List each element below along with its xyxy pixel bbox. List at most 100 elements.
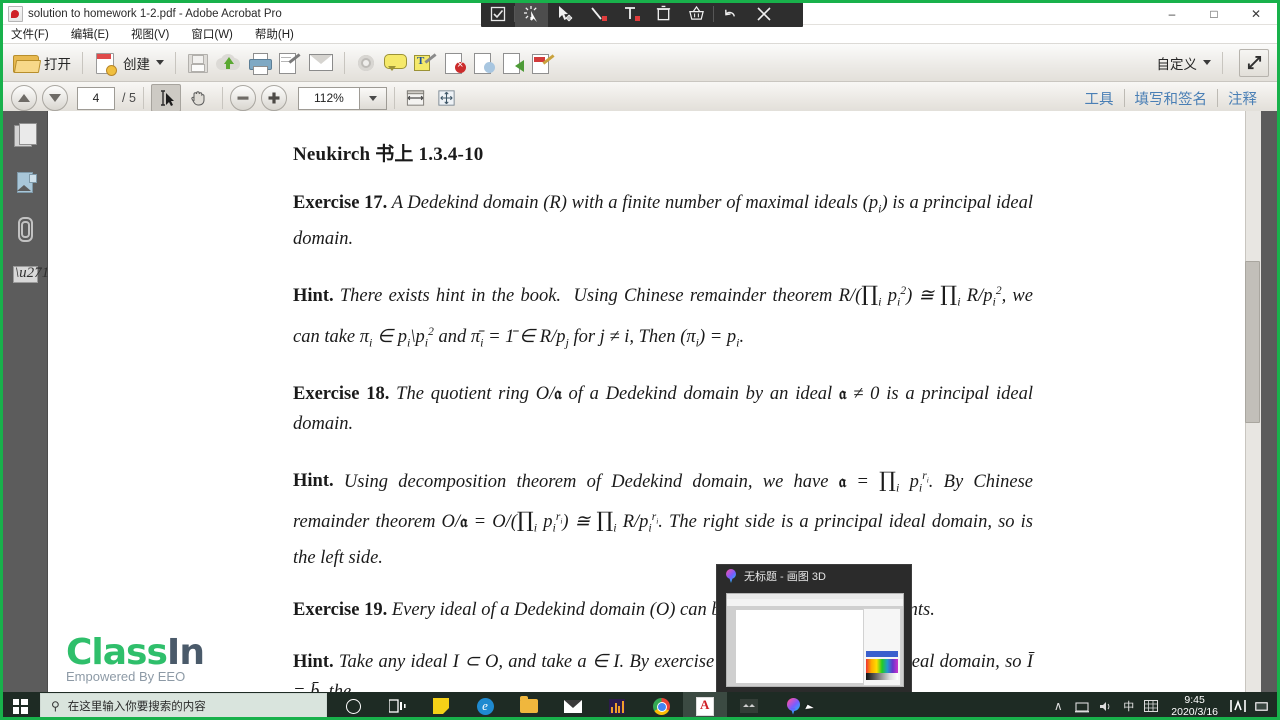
- search-icon: ⚲: [51, 699, 60, 713]
- notification-icon[interactable]: [1254, 698, 1270, 714]
- sticky-notes-icon[interactable]: [419, 692, 463, 720]
- zoom-in-button[interactable]: [260, 85, 287, 111]
- fullscreen-button[interactable]: [1239, 48, 1269, 77]
- pen-tool-icon[interactable]: [581, 0, 614, 27]
- tools-link[interactable]: 工具: [1075, 88, 1124, 109]
- volume-icon[interactable]: [1098, 698, 1114, 714]
- mouse-cursor: [806, 706, 816, 720]
- monitor-meter-icon[interactable]: [1230, 698, 1246, 714]
- thumb-side-panel: [863, 608, 901, 686]
- keyboard-icon[interactable]: [1143, 698, 1159, 714]
- analytics-app-icon[interactable]: [595, 692, 639, 720]
- zoom-out-button[interactable]: [229, 85, 256, 111]
- fit-width-button[interactable]: [402, 85, 430, 111]
- toolbar-divider: [82, 51, 83, 74]
- toolbar-divider: [393, 87, 395, 109]
- edge-browser-icon[interactable]: e: [463, 692, 507, 720]
- comment-button[interactable]: [380, 48, 410, 78]
- export-document-button[interactable]: [499, 48, 528, 78]
- stamp-edit-button[interactable]: [528, 48, 559, 78]
- next-page-icon: [49, 94, 61, 102]
- basket-icon[interactable]: [680, 0, 713, 27]
- signatures-icon[interactable]: \u2712: [12, 261, 57, 287]
- laser-pointer-icon[interactable]: [515, 0, 548, 27]
- search-input[interactable]: ⚲ 在这里输入你要搜索的内容: [40, 693, 327, 719]
- customize-button[interactable]: 自定义: [1147, 48, 1216, 78]
- minimize-button[interactable]: –: [1151, 3, 1193, 24]
- tray-chevron-icon[interactable]: ∧: [1050, 698, 1066, 714]
- cortana-icon[interactable]: [331, 692, 375, 720]
- fill-and-sign-link[interactable]: 填写和签名: [1125, 88, 1218, 109]
- hint-19-label: Hint.: [293, 652, 334, 673]
- task-view-icon[interactable]: [375, 692, 419, 720]
- clock-time: 9:45: [1184, 694, 1205, 706]
- comment-link[interactable]: 注释: [1218, 88, 1267, 109]
- text-select-tool[interactable]: [150, 84, 181, 112]
- bookmarks-icon[interactable]: [12, 169, 38, 195]
- thumbnail-image[interactable]: [726, 593, 904, 687]
- open-button[interactable]: 打开: [9, 48, 75, 78]
- menu-edit[interactable]: 编辑(E): [71, 26, 109, 42]
- open-button-label: 打开: [44, 56, 71, 72]
- fit-page-button[interactable]: [433, 85, 461, 111]
- toolbar-divider: [344, 51, 345, 74]
- attachments-icon[interactable]: [12, 215, 38, 242]
- zoom-in-icon: [268, 92, 280, 104]
- network-icon[interactable]: [1074, 698, 1090, 714]
- classin-watermark: ClassIn Empowered By EEO: [66, 632, 205, 684]
- maximize-button[interactable]: □: [1193, 3, 1235, 24]
- zoom-dropdown-button[interactable]: [359, 86, 387, 110]
- page-scrollbar[interactable]: [1245, 111, 1261, 694]
- hint-19-text: Take any ideal I ⊂ O, and take a ∈ I. By…: [293, 652, 1033, 694]
- classin-app-icon[interactable]: [727, 692, 771, 720]
- text-edit-button[interactable]: T: [410, 48, 441, 78]
- thumb-canvas: [735, 609, 865, 684]
- hand-tool[interactable]: [184, 85, 212, 111]
- settings-button[interactable]: [352, 48, 380, 78]
- chrome-browser-icon[interactable]: [639, 692, 683, 720]
- taskbar-thumbnail-preview[interactable]: 无标题 - 画图 3D: [716, 564, 912, 694]
- text-edit-icon: T: [414, 52, 437, 73]
- pdf-page[interactable]: Neukirch 书上 1.3.4-10 Exercise 17. A Dede…: [48, 111, 1261, 694]
- create-button[interactable]: 创建: [90, 48, 168, 78]
- zoom-level-input[interactable]: 112%: [297, 86, 360, 110]
- close-button[interactable]: ✕: [1235, 3, 1277, 24]
- page-thumbnails-icon[interactable]: [12, 123, 38, 149]
- scrollbar-thumb[interactable]: [1245, 261, 1260, 423]
- acrobat-reader-icon[interactable]: [683, 692, 727, 720]
- save-icon: [187, 53, 208, 73]
- cloud-upload-button[interactable]: [212, 48, 244, 78]
- ime-indicator[interactable]: 中: [1123, 698, 1134, 714]
- refresh-document-button[interactable]: [470, 48, 499, 78]
- email-button[interactable]: [305, 48, 337, 78]
- sign-button[interactable]: [275, 48, 305, 78]
- mail-icon[interactable]: [551, 692, 595, 720]
- previous-page-button[interactable]: [11, 85, 37, 111]
- file-explorer-icon[interactable]: [507, 692, 551, 720]
- next-page-button[interactable]: [42, 85, 68, 111]
- text-tool-icon[interactable]: [614, 0, 647, 27]
- thumbnail-title: 无标题 - 画图 3D: [744, 571, 826, 583]
- menu-view[interactable]: 视图(V): [131, 26, 169, 42]
- menu-file[interactable]: 文件(F): [11, 26, 49, 42]
- exercise-17-label: Exercise 17.: [293, 193, 388, 213]
- chevron-down-icon: [1203, 60, 1211, 65]
- print-button[interactable]: [244, 48, 275, 78]
- move-cursor-icon[interactable]: [548, 0, 581, 27]
- section-heading: Neukirch 书上 1.3.4-10: [293, 144, 484, 165]
- checkbox-tool-icon[interactable]: [481, 0, 514, 27]
- delete-pages-button[interactable]: [441, 48, 470, 78]
- trash-icon[interactable]: [647, 0, 680, 27]
- classin-tagline: Empowered By EEO: [66, 669, 186, 684]
- current-page-input[interactable]: 4: [77, 86, 115, 110]
- menu-window[interactable]: 窗口(W): [191, 26, 233, 42]
- close-toolbar-icon[interactable]: [747, 0, 780, 27]
- undo-icon[interactable]: [714, 0, 747, 27]
- windows-start-icon[interactable]: [0, 692, 40, 720]
- folder-open-icon: [13, 53, 42, 73]
- hint-18-label: Hint.: [293, 471, 334, 492]
- menu-help[interactable]: 帮助(H): [255, 26, 294, 42]
- classin-logo: ClassIn: [66, 632, 205, 673]
- taskbar-clock[interactable]: 9:45 2020/3/16: [1171, 694, 1218, 718]
- save-button[interactable]: [183, 48, 212, 78]
